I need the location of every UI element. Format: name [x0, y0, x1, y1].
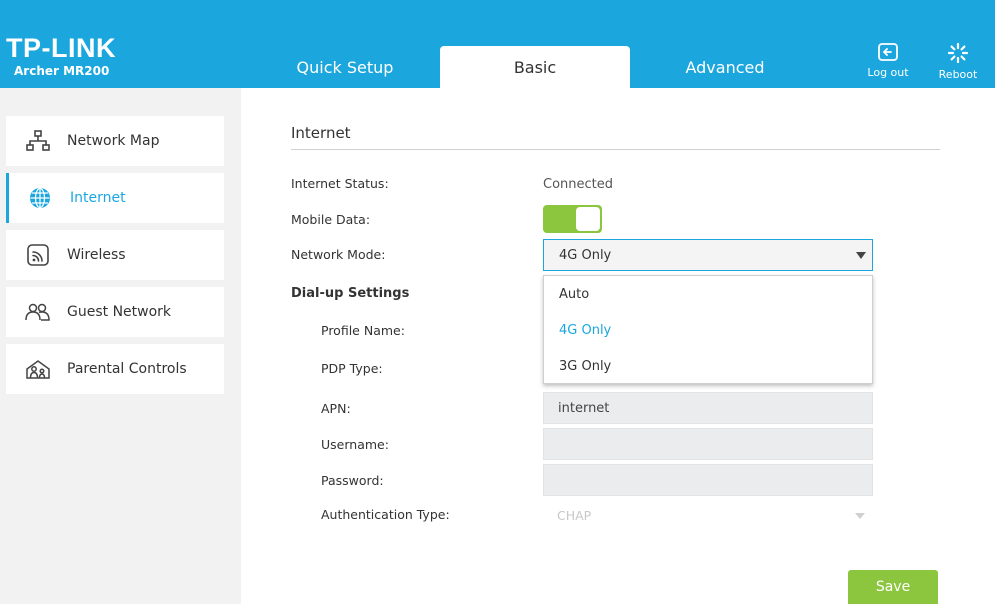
- reboot-button[interactable]: Reboot: [928, 42, 988, 81]
- model-name: Archer MR200: [14, 64, 110, 78]
- password-label: Password:: [321, 473, 384, 488]
- section-title: Internet: [291, 124, 351, 142]
- network-mode-select[interactable]: 4G Only: [543, 239, 873, 271]
- tab-advanced[interactable]: Advanced: [630, 46, 820, 88]
- internet-status-value: Connected: [543, 177, 614, 192]
- logout-icon: [878, 43, 898, 61]
- sidebar: Network Map Internet Wireless Guest Netw…: [0, 88, 241, 604]
- network-mode-option-auto[interactable]: Auto: [559, 287, 589, 302]
- tab-quick-setup[interactable]: Quick Setup: [250, 46, 440, 88]
- logout-label: Log out: [867, 66, 909, 79]
- parental-controls-icon: [6, 359, 67, 379]
- wireless-icon: [6, 244, 67, 266]
- sidebar-item-label: Guest Network: [67, 304, 172, 320]
- chevron-down-icon: [856, 252, 866, 259]
- username-input[interactable]: [543, 428, 873, 460]
- reboot-icon: [947, 42, 969, 64]
- mobile-data-toggle[interactable]: [543, 205, 602, 233]
- sidebar-item-label: Wireless: [67, 247, 126, 263]
- authentication-type-label: Authentication Type:: [321, 507, 450, 522]
- password-input[interactable]: [543, 464, 873, 496]
- guest-network-icon: [6, 302, 67, 322]
- dialup-settings-heading: Dial-up Settings: [291, 286, 410, 301]
- mobile-data-label: Mobile Data:: [291, 212, 371, 227]
- brand-logo: TP-LINK: [6, 33, 116, 63]
- sidebar-item-label: Parental Controls: [67, 361, 187, 377]
- network-mode-option-3g-only[interactable]: 3G Only: [559, 359, 611, 374]
- save-button[interactable]: Save: [848, 570, 938, 604]
- apn-label: APN:: [321, 401, 351, 416]
- network-mode-option-4g-only[interactable]: 4G Only: [559, 323, 611, 338]
- sidebar-item-guest-network[interactable]: Guest Network: [6, 287, 224, 337]
- pdp-type-label: PDP Type:: [321, 361, 383, 376]
- tab-basic[interactable]: Basic: [440, 46, 630, 88]
- top-header: TP-LINK Archer MR200 Quick Setup Basic A…: [0, 0, 995, 88]
- authentication-type-value: CHAP: [557, 508, 592, 523]
- globe-icon: [9, 187, 70, 209]
- internet-status-label: Internet Status:: [291, 176, 389, 191]
- toggle-knob: [576, 207, 600, 231]
- username-label: Username:: [321, 437, 389, 452]
- logout-button[interactable]: Log out: [858, 42, 918, 79]
- authentication-type-select[interactable]: CHAP: [543, 501, 873, 531]
- sidebar-item-internet[interactable]: Internet: [6, 173, 224, 223]
- sidebar-item-label: Network Map: [67, 133, 160, 149]
- network-mode-label: Network Mode:: [291, 247, 386, 262]
- profile-name-label: Profile Name:: [321, 323, 405, 338]
- network-map-icon: [6, 130, 67, 152]
- reboot-label: Reboot: [938, 68, 978, 81]
- sidebar-item-wireless[interactable]: Wireless: [6, 230, 224, 280]
- sidebar-item-label: Internet: [70, 190, 126, 206]
- apn-input[interactable]: internet: [543, 392, 873, 424]
- sidebar-item-parental-controls[interactable]: Parental Controls: [6, 344, 224, 394]
- network-mode-dropdown: Auto 4G Only 3G Only: [543, 275, 873, 384]
- section-divider: [291, 149, 940, 150]
- apn-value: internet: [558, 401, 610, 416]
- sidebar-item-network-map[interactable]: Network Map: [6, 116, 224, 166]
- chevron-down-icon: [855, 513, 865, 519]
- network-mode-selected-value: 4G Only: [559, 248, 612, 263]
